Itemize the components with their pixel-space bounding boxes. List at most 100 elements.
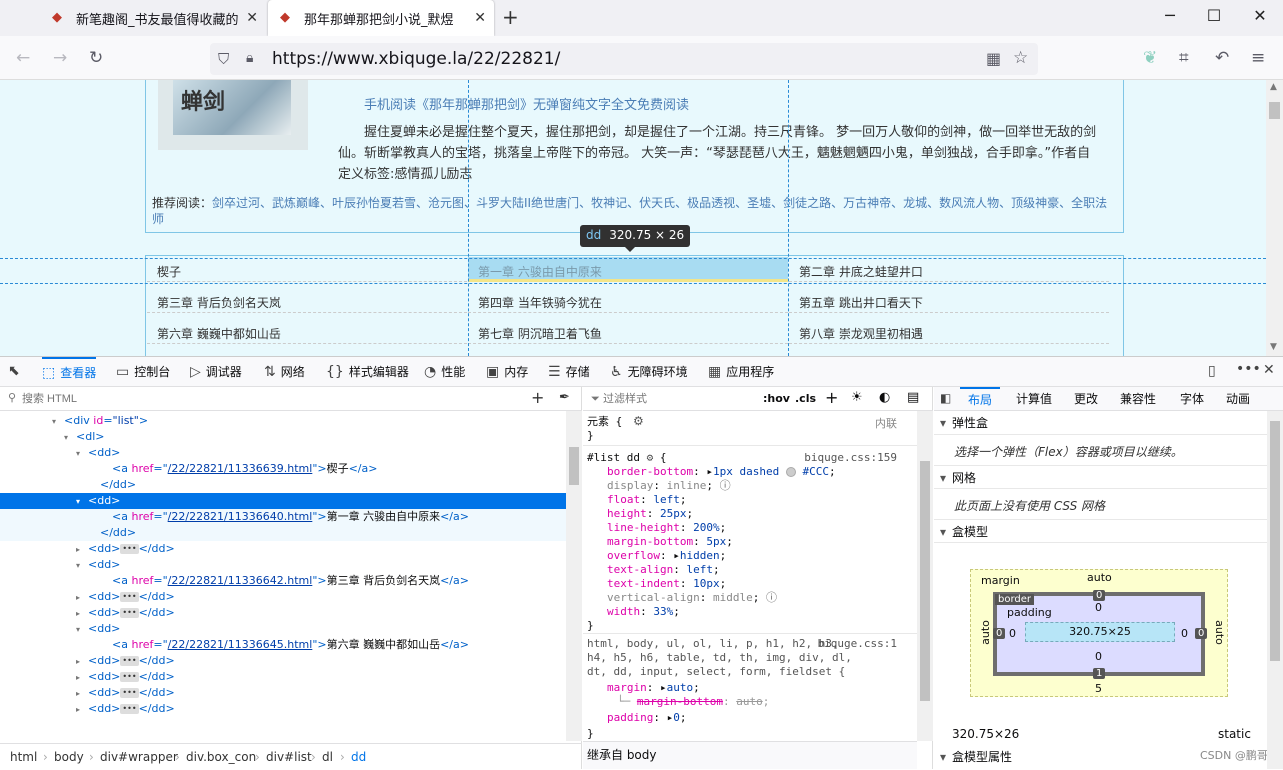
collapsed-children-icon[interactable]: •••: [120, 544, 139, 554]
breadcrumb-item[interactable]: dl: [322, 744, 333, 770]
css-declaration[interactable]: margin-bottom: 5px;: [607, 535, 733, 549]
css-declaration[interactable]: text-align: left;: [607, 563, 720, 577]
css-declaration[interactable]: display: inline; ⓘ: [607, 479, 731, 493]
padding-left-value[interactable]: 0: [1009, 627, 1016, 640]
info-icon[interactable]: ⓘ: [766, 591, 777, 604]
breadcrumb-item[interactable]: dd: [351, 744, 366, 770]
padding-right-value[interactable]: 0: [1181, 627, 1188, 640]
tab-changes[interactable]: 更改: [1074, 387, 1098, 411]
collapsed-children-icon[interactable]: •••: [120, 656, 139, 666]
tab-animations[interactable]: 动画: [1226, 387, 1250, 411]
chapter-link[interactable]: 第五章 跳出井口看天下: [789, 288, 1109, 313]
tab-style-editor[interactable]: {} 样式编辑器: [326, 357, 409, 387]
collapsed-children-icon[interactable]: •••: [120, 672, 139, 682]
border-top-value[interactable]: 0: [1093, 590, 1106, 601]
dom-node-row[interactable]: ▸ <dd> ••• </dd>: [0, 541, 566, 557]
tracking-shield-icon[interactable]: ⛉: [218, 50, 229, 68]
dom-node-row[interactable]: ▸ <dd> ••• </dd>: [0, 605, 566, 621]
color-swatch-icon[interactable]: [785, 467, 796, 477]
dom-node-row[interactable]: ▾ <dd>: [0, 493, 566, 509]
dom-node-row[interactable]: ▸ <dd> ••• </dd>: [0, 589, 566, 605]
expand-toggle-icon[interactable]: ▾: [52, 414, 64, 430]
forward-icon[interactable]: →: [53, 48, 67, 68]
tab-inspector[interactable]: ⬚ 查看器: [42, 357, 97, 387]
dark-theme-icon[interactable]: ◐: [879, 390, 890, 405]
dom-node-row[interactable]: ▾ <div id="list">: [0, 413, 566, 429]
breadcrumb-item[interactable]: div.box_con: [186, 744, 256, 770]
css-declaration[interactable]: float: left;: [607, 493, 687, 507]
dom-node-row[interactable]: </dd>: [0, 525, 566, 541]
chapter-link[interactable]: 第三章 背后负剑名天岚: [147, 288, 467, 313]
expand-toggle-icon[interactable]: ▾: [76, 446, 88, 462]
breadcrumb-item[interactable]: div#list: [266, 744, 312, 770]
css-declaration[interactable]: padding: ▸0;: [607, 711, 686, 725]
chapter-link[interactable]: 第二章 井底之蛙望井口: [789, 257, 1109, 282]
screenshot-icon[interactable]: ⌗: [1179, 48, 1189, 68]
toggle-pane-icon[interactable]: ◧: [940, 391, 951, 405]
dom-node-row[interactable]: <a href="/22/22821/11336639.html">楔子</a>: [0, 461, 566, 477]
close-window-icon[interactable]: ✕: [1240, 6, 1280, 25]
expand-toggle-icon[interactable]: ▸: [76, 606, 88, 622]
dom-node-row[interactable]: ▾ <dd>: [0, 621, 566, 637]
chapter-link-selected[interactable]: 第一章 六骏由自中原来: [468, 257, 788, 282]
tab-performance[interactable]: ◔ 性能: [424, 357, 465, 387]
tab-fonts[interactable]: 字体: [1180, 387, 1204, 411]
address-bar[interactable]: ⛉ 🔒︎ https://www.xbiquge.la/22/22821/ ▦ …: [210, 43, 1038, 75]
dom-node-row[interactable]: <a href="/22/22821/11336642.html">第三章 背后…: [0, 573, 566, 589]
grid-section-header[interactable]: 网格: [934, 465, 1267, 490]
close-tab-icon[interactable]: ✕: [474, 10, 486, 26]
chapter-link[interactable]: 第六章 巍巍中都如山岳: [147, 319, 467, 344]
page-scrollbar[interactable]: ▲ ▼: [1266, 80, 1283, 356]
scrollbar-thumb[interactable]: [1269, 102, 1280, 119]
expand-toggle-icon[interactable]: ▾: [64, 430, 76, 446]
tab-accessibility[interactable]: ♿ 无障碍环境: [610, 357, 688, 387]
print-media-icon[interactable]: ▤: [907, 390, 919, 405]
reload-icon[interactable]: ↻: [89, 48, 103, 68]
markup-scrollbar[interactable]: [566, 411, 582, 741]
flexbox-section-header[interactable]: 弹性盒: [934, 411, 1267, 435]
breadcrumb-item[interactable]: body: [54, 744, 84, 770]
scrollbar-thumb[interactable]: [569, 447, 579, 485]
padding-bottom-value[interactable]: 0: [1095, 650, 1102, 663]
margin-bottom-value[interactable]: 5: [1095, 682, 1102, 695]
dom-node-row[interactable]: ▾ <dl>: [0, 429, 566, 445]
border-right-value[interactable]: 0: [1195, 628, 1208, 639]
dom-node-row[interactable]: ▾ <dd>: [0, 445, 566, 461]
css-declaration[interactable]: text-indent: 10px;: [607, 577, 726, 591]
scroll-down-icon[interactable]: ▼: [1270, 342, 1277, 352]
css-declaration[interactable]: line-height: 200%;: [607, 521, 726, 535]
lock-icon[interactable]: 🔒︎: [246, 50, 253, 66]
browser-tab-active[interactable]: ◆ 那年那蝉那把剑小说_默煜 ✕: [268, 0, 494, 36]
margin-left-value[interactable]: auto: [979, 620, 992, 645]
info-icon[interactable]: ⓘ: [720, 479, 731, 492]
dom-node-row[interactable]: <a href="/22/22821/11336645.html">第六章 巍巍…: [0, 637, 566, 653]
padding-value[interactable]: 0: [673, 711, 680, 724]
expand-toggle-icon[interactable]: ▾: [76, 622, 88, 638]
margin-value[interactable]: auto: [667, 681, 694, 694]
gear-icon[interactable]: ⚙: [647, 451, 654, 464]
html-search[interactable]: ⚲ + ✒: [0, 387, 582, 411]
collapsed-children-icon[interactable]: •••: [120, 608, 139, 618]
qr-code-icon[interactable]: ▦: [986, 49, 1001, 68]
hover-state-toggle[interactable]: :hov: [763, 392, 790, 405]
dock-icon[interactable]: ▯: [1208, 363, 1216, 379]
chapter-link[interactable]: 第四章 当年铁骑今犹在: [468, 288, 788, 313]
class-toggle[interactable]: .cls: [795, 392, 816, 405]
rules-scrollbar[interactable]: [917, 411, 933, 741]
eyedropper-icon[interactable]: ✒: [559, 390, 570, 405]
expand-toggle-icon[interactable]: ▸: [76, 686, 88, 702]
border-bottom-value[interactable]: 1: [1093, 668, 1106, 679]
css-declaration[interactable]: width: 33%;: [607, 605, 680, 619]
tab-layout[interactable]: 布局: [960, 387, 1000, 411]
border-left-value[interactable]: 0: [993, 628, 1006, 639]
tab-storage[interactable]: ☰ 存储: [548, 357, 590, 387]
bookmark-star-icon[interactable]: ☆: [1013, 48, 1028, 68]
back-icon[interactable]: ←: [16, 48, 30, 68]
recommend-links[interactable]: 剑卒过河、武炼巅峰、叶辰孙怡夏若雪、沧元图、斗罗大陆II绝世唐门、牧神记、伏天氏…: [152, 196, 1107, 226]
css-declaration[interactable]: height: 25px;: [607, 507, 693, 521]
collapsed-children-icon[interactable]: •••: [120, 704, 139, 714]
more-options-icon[interactable]: •••: [1236, 361, 1261, 377]
chapter-link[interactable]: 第八章 崇龙观里初相遇: [789, 319, 1109, 344]
expand-toggle-icon[interactable]: ▸: [76, 654, 88, 670]
minimize-icon[interactable]: ─: [1150, 6, 1190, 25]
